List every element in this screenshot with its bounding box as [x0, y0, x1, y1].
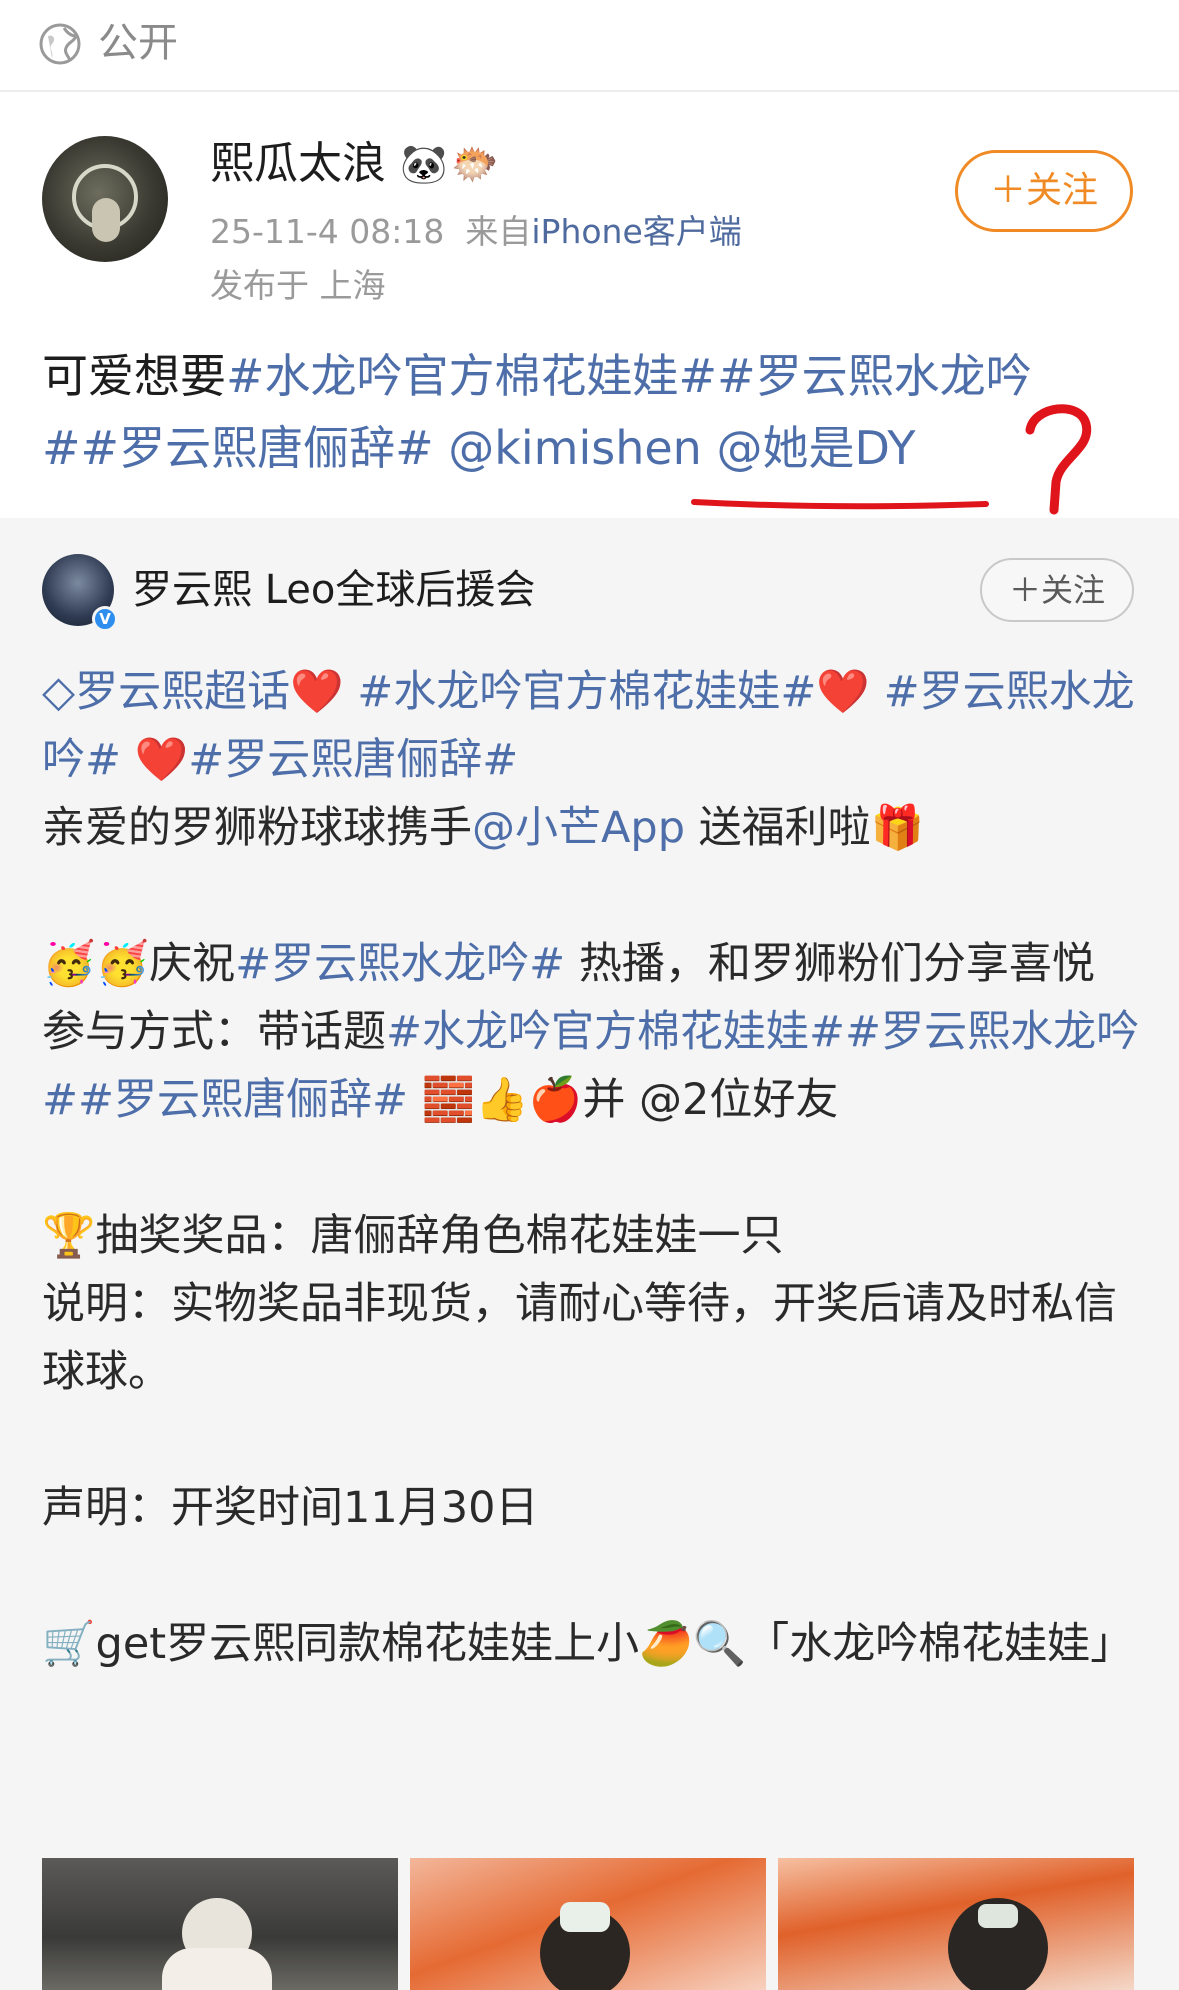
repost-text: 并 @2位好友 — [582, 1075, 839, 1125]
image-thumbnail[interactable] — [42, 1858, 398, 1990]
post-meta: 25-11-4 08:18 来自iPhone客户端 — [210, 210, 742, 254]
post-header: 熙瓜太浪 🐼 🐡 25-11-4 08:18 来自iPhone客户端 发布于 上海… — [0, 92, 1179, 310]
heart-icon: ❤️ — [290, 667, 344, 717]
red-underline-annotation — [691, 499, 989, 510]
repost-text: 参与方式：带话题 — [42, 1007, 386, 1057]
repost-body: ◇罗云熙超话❤️ #水龙吟官方棉花娃娃#❤️ #罗云熙水龙吟# ❤️#罗云熙唐俪… — [42, 658, 1152, 1678]
repost-text: 热播，和罗狮粉们分享喜悦 — [565, 939, 1095, 989]
repost-text: 庆祝 — [149, 939, 236, 989]
post-hashtags-2[interactable]: ##罗云熙唐俪辞# @kimishen @她是DY — [42, 421, 915, 475]
repost-text: 亲爱的罗狮粉球球携手 — [42, 803, 472, 853]
panda-badge-icon: 🐼 — [400, 142, 448, 186]
repost-follow-button[interactable]: ＋关注 — [980, 558, 1134, 622]
verified-icon: V — [92, 606, 118, 632]
action-emoji-icons: 🧱👍🍎 — [408, 1075, 583, 1125]
post-timestamp: 25-11-4 08:18 — [210, 212, 445, 251]
avatar[interactable] — [42, 136, 168, 262]
party-icon: 🥳🥳 — [42, 939, 150, 989]
author-name[interactable]: 熙瓜太浪 — [210, 136, 386, 192]
repost-line-note: 说明：实物奖品非现货，请耐心等待，开奖后请及时私信球球。 — [42, 1279, 1117, 1397]
heart-icon: ❤️ — [816, 667, 870, 717]
hashtag-link[interactable]: #罗云熙水龙吟# — [235, 939, 565, 989]
image-grid — [42, 1858, 1134, 1990]
visibility-bar: 公开 — [0, 0, 1179, 92]
source-prefix: 来自 — [465, 212, 532, 251]
repost-line-shop: 🛒get罗云熙同款棉花娃娃上小🥭🔍「水龙吟棉花娃娃」 — [42, 1619, 1134, 1669]
repost-line-tags: ◇罗云熙超话❤️ #水龙吟官方棉花娃娃#❤️ #罗云熙水龙吟# ❤️#罗云熙唐俪… — [42, 658, 1152, 794]
hashtag-link[interactable]: #水龙吟官方棉花娃娃# — [344, 667, 816, 717]
supertopic-link[interactable]: ◇罗云熙超话 — [42, 667, 290, 717]
follow-button[interactable]: ＋关注 — [955, 150, 1133, 232]
repost-line-intro: 亲爱的罗狮粉球球携手@小芒App 送福利啦🎁 — [42, 794, 1152, 862]
globe-icon — [39, 23, 81, 65]
repost-text: 送福利啦🎁 — [685, 803, 925, 853]
repost-line-statement: 声明：开奖时间11月30日 — [42, 1483, 539, 1533]
post-hashtags-1[interactable]: #水龙吟官方棉花娃娃##罗云熙水龙吟 — [226, 349, 1032, 403]
post-text-plain: 可爱想要 — [42, 349, 226, 403]
hashtag-link[interactable]: #罗云熙唐俪辞# — [188, 735, 518, 785]
repost-line-prize: 🏆抽奖奖品：唐俪辞角色棉花娃娃一只 — [42, 1211, 784, 1261]
visibility-label: 公开 — [98, 20, 178, 66]
repost-line-participate: 参与方式：带话题#水龙吟官方棉花娃娃##罗云熙水龙吟##罗云熙唐俪辞# 🧱👍🍎并… — [42, 998, 1152, 1134]
repost-author-name[interactable]: 罗云熙 Leo全球后援会 — [132, 562, 535, 618]
pufferfish-badge-icon: 🐡 — [451, 142, 499, 186]
mention-link[interactable]: @小芒App — [472, 803, 685, 853]
post-text: 可爱想要#水龙吟官方棉花娃娃##罗云熙水龙吟 ##罗云熙唐俪辞# @kimish… — [42, 340, 1152, 484]
heart-icon: ❤️ — [121, 735, 189, 785]
repost-line-celebrate: 🥳🥳庆祝#罗云熙水龙吟# 热播，和罗狮粉们分享喜悦 — [42, 930, 1152, 998]
reposted-card[interactable]: V 罗云熙 Leo全球后援会 ＋关注 ◇罗云熙超话❤️ #水龙吟官方棉花娃娃#❤… — [0, 518, 1179, 1990]
image-thumbnail[interactable] — [410, 1858, 766, 1990]
source-client[interactable]: iPhone客户端 — [531, 212, 741, 251]
image-thumbnail[interactable] — [778, 1858, 1134, 1990]
name-badges: 🐼 🐡 — [400, 142, 503, 188]
post-location: 发布于 上海 — [210, 266, 386, 305]
